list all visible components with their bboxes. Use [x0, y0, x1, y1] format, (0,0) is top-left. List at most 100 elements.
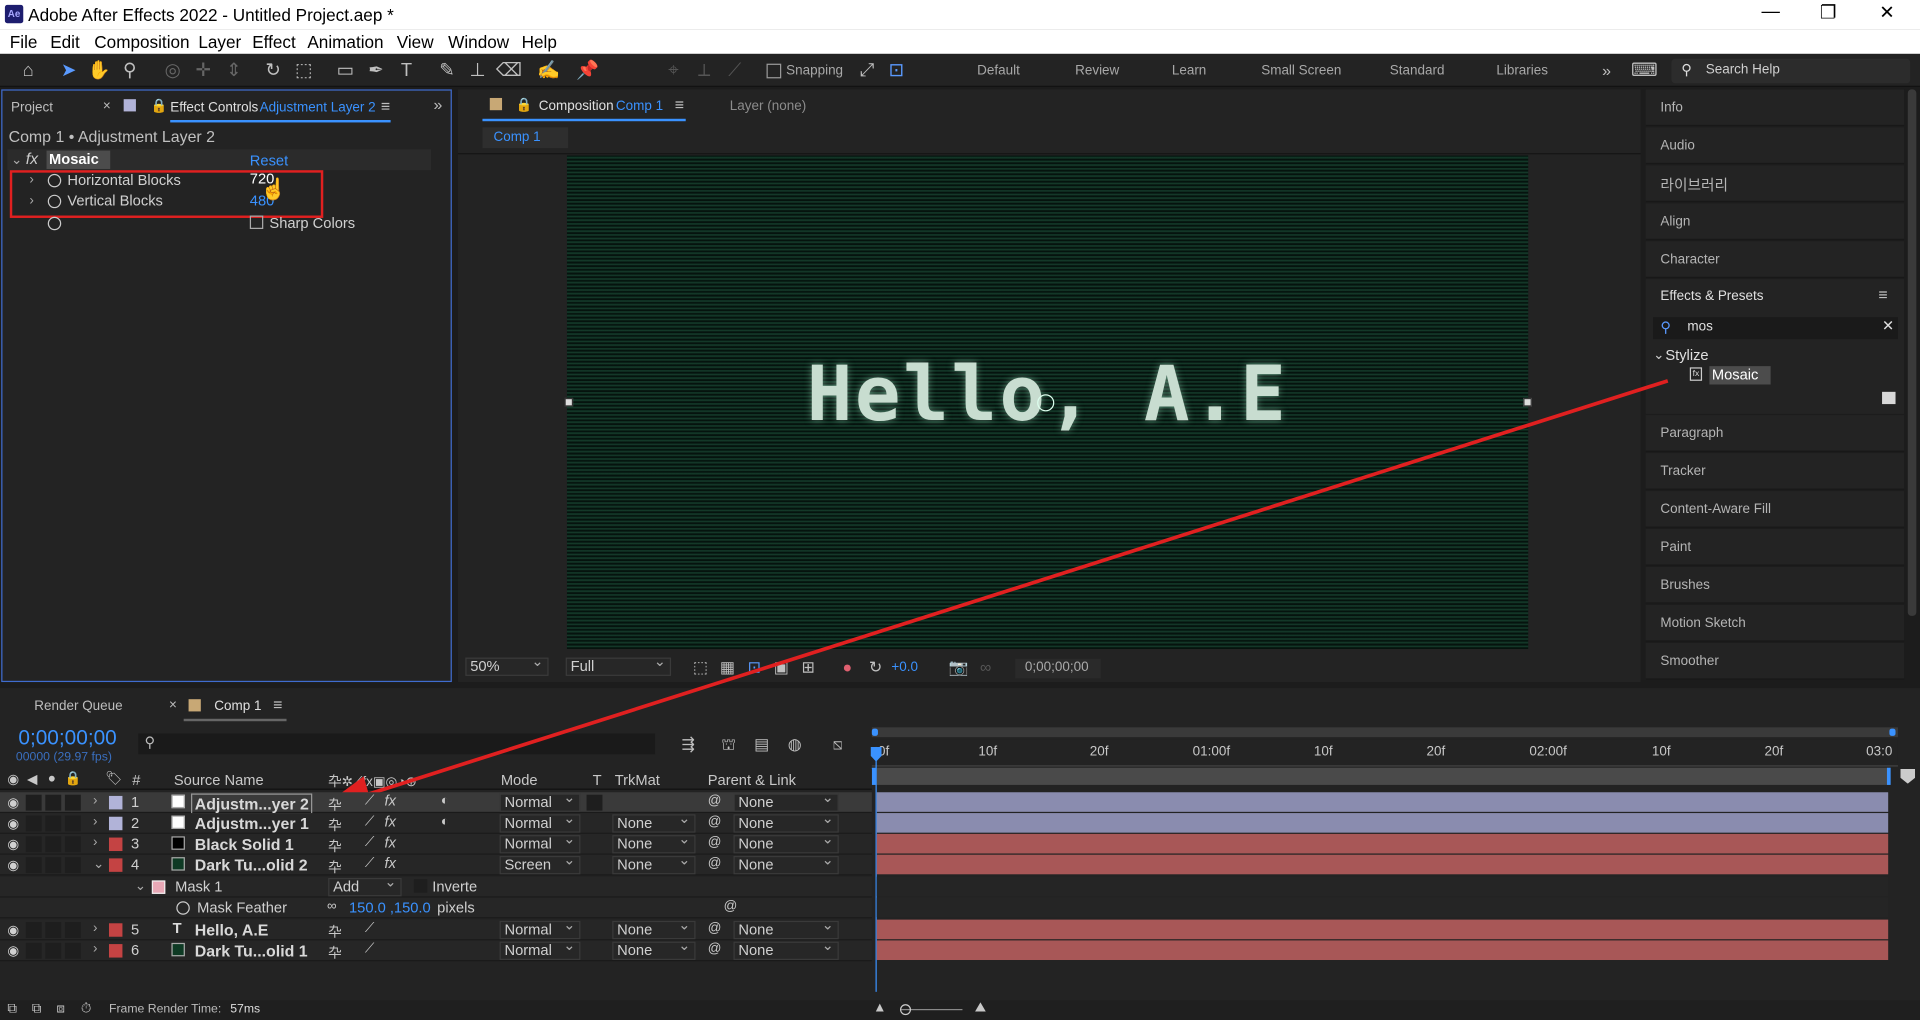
- collapse-arrow-icon[interactable]: ⌄: [11, 152, 22, 168]
- close-icon[interactable]: ✕: [1859, 1, 1915, 23]
- mask-visibility-icon[interactable]: ⊡: [742, 655, 766, 679]
- quality-switch-icon[interactable]: ⟋: [365, 814, 374, 830]
- shy-switch-icon[interactable]: 卆: [328, 816, 341, 836]
- panel-content-aware-fill[interactable]: Content-Aware Fill: [1645, 491, 1905, 528]
- quality-switch-icon[interactable]: ⟋: [365, 856, 374, 872]
- transfer-controls-toggle-icon[interactable]: ⧉: [32, 1002, 42, 1018]
- solo-switch[interactable]: [45, 922, 62, 938]
- lock-switch[interactable]: [64, 794, 81, 811]
- anchor-point-icon[interactable]: [1037, 394, 1055, 412]
- more-workspaces-icon[interactable]: »: [1594, 59, 1618, 83]
- fx-switch-icon[interactable]: fx: [384, 834, 395, 851]
- adjustment-layer-switch-icon[interactable]: ◐: [441, 814, 449, 829]
- solo-switch[interactable]: [45, 857, 62, 874]
- close-tab-icon[interactable]: ×: [169, 698, 177, 713]
- layer-duration-bar[interactable]: [876, 854, 1889, 875]
- menu-effect[interactable]: Effect: [252, 32, 296, 52]
- audio-switch[interactable]: [25, 815, 42, 832]
- exposure-value[interactable]: +0.0: [891, 660, 918, 675]
- audio-switch[interactable]: [25, 942, 42, 959]
- collapse-arrow-icon[interactable]: ⌄: [93, 856, 104, 872]
- transparency-grid-icon[interactable]: ▦: [715, 655, 739, 679]
- search-help-field[interactable]: ⚲ Search Help: [1671, 58, 1911, 84]
- zoom-in-icon[interactable]: ⛰: [975, 1000, 986, 1016]
- panel-menu-icon[interactable]: ≡: [381, 97, 390, 115]
- shy-switch-icon[interactable]: 卆: [328, 857, 341, 877]
- layer-row[interactable]: ◉›3Black Solid 1卆⟋fxNormalNone@None: [0, 831, 872, 855]
- layer-handle-right[interactable]: [1523, 397, 1532, 407]
- layer-row[interactable]: ◉›5THello, A.E卆⟋NormalNone@None: [0, 917, 872, 941]
- tab-composition[interactable]: Composition: [539, 99, 614, 114]
- work-area-range[interactable]: [871, 767, 1891, 785]
- panel-motion-sketch[interactable]: Motion Sketch: [1645, 604, 1905, 642]
- work-area-bar[interactable]: [871, 727, 1898, 738]
- workspace-default[interactable]: Default: [977, 64, 1020, 79]
- reset-exposure-icon[interactable]: ↻: [863, 655, 887, 679]
- expand-arrow-icon[interactable]: ›: [93, 921, 97, 936]
- lock-switch[interactable]: [64, 815, 81, 832]
- in-out-toggle-icon[interactable]: ⧈: [56, 1002, 65, 1018]
- panel-menu-icon[interactable]: ≡: [1878, 285, 1887, 303]
- mask-mode-dropdown[interactable]: Add: [328, 874, 402, 897]
- sharp-colors-checkbox[interactable]: [249, 215, 264, 229]
- constrain-proportions-icon[interactable]: ∞: [327, 899, 337, 914]
- visibility-eye-icon[interactable]: ◉: [7, 943, 19, 959]
- close-project-tab-icon[interactable]: ×: [103, 99, 111, 114]
- clear-search-icon[interactable]: ✕: [1882, 317, 1894, 334]
- expand-arrow-icon[interactable]: ›: [93, 814, 97, 829]
- home-icon[interactable]: ⌂: [16, 59, 40, 83]
- panel-align[interactable]: Align: [1645, 203, 1905, 241]
- pick-whip-icon[interactable]: @: [724, 899, 738, 914]
- audio-switch[interactable]: [25, 922, 42, 938]
- panel-character[interactable]: Character: [1645, 241, 1905, 278]
- restore-icon[interactable]: ❐: [1800, 1, 1856, 23]
- layer-label-color[interactable]: [108, 795, 123, 810]
- panel-tracker[interactable]: Tracker: [1645, 453, 1905, 490]
- new-bin-icon[interactable]: [1882, 391, 1896, 405]
- pick-whip-icon[interactable]: @: [708, 835, 722, 850]
- region-of-interest-icon[interactable]: ⬚: [688, 655, 712, 679]
- zoom-slider-knob[interactable]: [900, 1004, 912, 1016]
- menu-view[interactable]: View: [397, 32, 434, 52]
- channel-icon[interactable]: ●: [835, 655, 859, 679]
- viewer-timecode[interactable]: 0;00;00;00: [1015, 658, 1101, 679]
- quality-switch-icon[interactable]: ⟋: [365, 835, 374, 851]
- menu-layer[interactable]: Layer: [198, 32, 241, 52]
- lock-switch[interactable]: [64, 942, 81, 959]
- audio-switch[interactable]: [25, 794, 42, 811]
- menu-edit[interactable]: Edit: [50, 32, 80, 52]
- lock-switch[interactable]: [64, 922, 81, 938]
- minimize-icon[interactable]: —: [1742, 1, 1798, 22]
- layer-row[interactable]: ◉›2Adjustm...yer 1卆⟋fx◐NormalNone@None: [0, 811, 872, 836]
- work-area-end-handle[interactable]: [1889, 728, 1896, 736]
- timeline-search-field[interactable]: ⚲: [138, 733, 656, 755]
- shy-switch-icon[interactable]: 卆: [328, 795, 341, 815]
- frame-blending-icon[interactable]: ▤: [749, 732, 773, 756]
- preserve-transparency-switch[interactable]: [586, 794, 603, 811]
- right-panel-scrollbar[interactable]: [1907, 89, 1917, 616]
- magnification-dropdown[interactable]: 50%: [465, 654, 549, 676]
- category-stylize[interactable]: Stylize: [1665, 347, 1708, 364]
- layer-label-color[interactable]: [108, 837, 123, 852]
- snapshot-icon[interactable]: 📷: [947, 655, 971, 679]
- panel-paragraph[interactable]: Paragraph: [1645, 415, 1905, 452]
- fx-icon[interactable]: fx: [26, 149, 38, 167]
- tab-layer[interactable]: Layer (none): [730, 99, 806, 114]
- mask-color-swatch[interactable]: [151, 880, 166, 894]
- menu-composition[interactable]: Composition: [94, 32, 189, 52]
- adjustment-layer-switch-icon[interactable]: ◐: [441, 793, 449, 808]
- layer-switches-toggle-icon[interactable]: ⧉: [7, 1002, 17, 1018]
- layer-duration-bar[interactable]: [876, 833, 1889, 854]
- solo-switch-icon[interactable]: ●: [48, 771, 56, 786]
- expand-arrow-icon[interactable]: ›: [93, 793, 97, 808]
- fx-switch-icon[interactable]: fx: [384, 792, 395, 809]
- layer-duration-bar[interactable]: [876, 792, 1889, 812]
- pan-camera-icon[interactable]: ✛: [191, 59, 215, 83]
- graph-editor-icon[interactable]: ⧅: [825, 732, 849, 756]
- panel-menu-icon[interactable]: ≡: [675, 96, 684, 114]
- label-icon[interactable]: 🏷: [105, 770, 122, 786]
- layer-name[interactable]: Adjustm...yer 1: [195, 814, 309, 832]
- panel-audio[interactable]: Audio: [1645, 127, 1905, 165]
- pick-whip-icon[interactable]: @: [708, 921, 722, 936]
- zoom-tool-icon[interactable]: ⚲: [118, 59, 142, 83]
